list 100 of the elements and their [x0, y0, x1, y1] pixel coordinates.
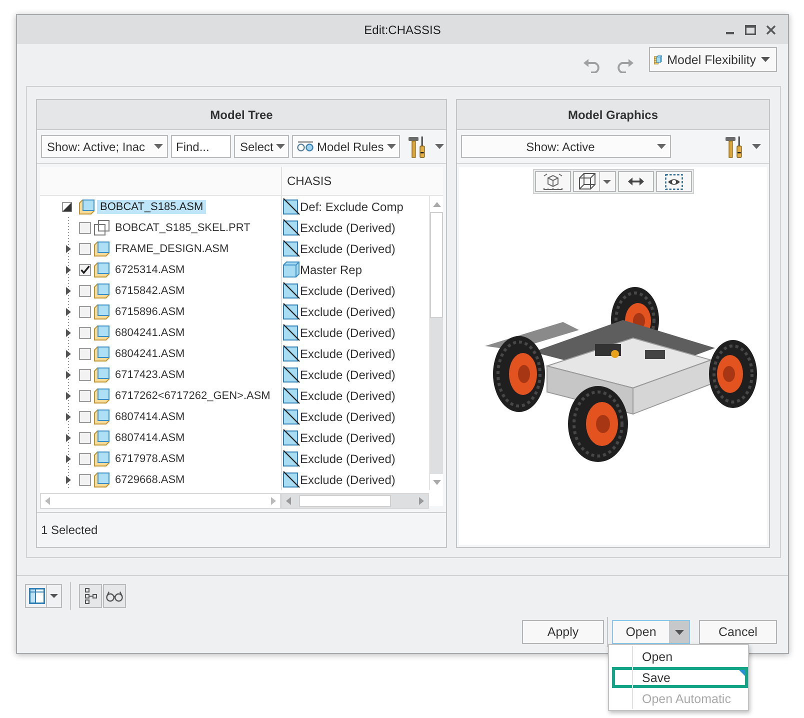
checkbox[interactable] [79, 410, 91, 422]
caret-icon[interactable] [435, 144, 444, 149]
collapsed-caret-icon[interactable] [66, 328, 70, 336]
rep-rule-cell: Exclude (Derived) [300, 346, 396, 360]
tree-item[interactable]: 6804241.ASM [112, 326, 188, 340]
cube-outline-icon [94, 220, 110, 236]
cube-icon [94, 388, 110, 404]
tree-item[interactable]: 6715842.ASM [112, 284, 188, 298]
collapsed-caret-icon[interactable] [66, 476, 70, 484]
checkbox[interactable] [79, 242, 91, 254]
checkbox[interactable] [79, 432, 91, 444]
checkbox[interactable] [79, 222, 91, 234]
tree-item[interactable]: 6717262<6717262_GEN>.ASM [112, 388, 274, 402]
menu-item[interactable]: Save [612, 667, 748, 688]
model-flexibility-dropdown[interactable]: Model Flexibility [649, 47, 777, 72]
glasses-icon [106, 590, 123, 602]
rep-rule-cell: Exclude (Derived) [300, 430, 396, 444]
collapsed-caret-icon[interactable] [66, 308, 70, 316]
tree-item[interactable]: 6807414.ASM [112, 410, 188, 424]
crossed-square-icon [283, 450, 300, 467]
tree-item[interactable]: FRAME_DESIGN.ASM [112, 242, 232, 256]
expanded-triangle-icon[interactable] [62, 202, 72, 212]
rep-rule-cell: Exclude (Derived) [300, 242, 396, 256]
rep-rule-cell: Exclude (Derived) [300, 326, 396, 340]
tree-item[interactable]: BOBCAT_S185.ASM [97, 200, 206, 214]
corner-triangle-icon [739, 670, 745, 676]
tools-icon[interactable] [725, 136, 743, 158]
checkbox[interactable] [79, 390, 91, 402]
tree-item[interactable]: 6804241.ASM [112, 346, 188, 360]
collapsed-caret-icon[interactable] [66, 350, 70, 358]
cube-icon [79, 198, 95, 214]
fit-width-button[interactable] [618, 171, 654, 192]
solid-cube-icon [283, 261, 300, 278]
checkbox[interactable] [79, 264, 91, 276]
scrollbar-thumb[interactable] [299, 495, 391, 507]
collapsed-caret-icon[interactable] [66, 412, 70, 420]
checkbox[interactable] [79, 474, 91, 486]
checkbox[interactable] [79, 368, 91, 380]
crossed-square-icon [283, 345, 300, 362]
dialog-button[interactable]: Cancel [699, 620, 777, 644]
checkbox[interactable] [79, 326, 91, 338]
vertical-scrollbar[interactable] [429, 196, 443, 490]
panel-title: Model Graphics [457, 100, 769, 130]
close-icon[interactable] [766, 24, 776, 34]
caret-icon [657, 144, 666, 149]
collapsed-caret-icon[interactable] [66, 244, 70, 252]
layout-button[interactable] [25, 584, 62, 608]
tree-item[interactable]: 6807414.ASM [112, 430, 188, 444]
tree-item[interactable]: 6717978.ASM [112, 452, 188, 466]
panel-layout-icon [29, 588, 45, 604]
preview-button[interactable] [103, 584, 126, 608]
collapsed-caret-icon[interactable] [66, 286, 70, 294]
tree-item[interactable]: BOBCAT_S185_SKEL.PRT [112, 220, 254, 234]
menu-item[interactable]: Open [609, 646, 748, 667]
cube-icon [94, 430, 110, 446]
tools-icon[interactable] [408, 136, 426, 158]
horizontal-scrollbar[interactable] [281, 493, 429, 509]
tree-item[interactable]: 6717423.ASM [112, 368, 188, 382]
caret-icon[interactable] [752, 144, 761, 149]
cube-icon [94, 282, 110, 298]
tree-item[interactable]: 6725314.ASM [112, 262, 188, 276]
collapsed-caret-icon[interactable] [66, 266, 70, 274]
visibility-button[interactable] [656, 171, 692, 192]
column-header: CHASIS [287, 174, 332, 188]
crossed-square-icon [283, 303, 300, 320]
model-rules-dropdown[interactable]: Model Rules [292, 135, 400, 158]
show-filter-dropdown[interactable]: Show: Active; Inac [41, 135, 168, 158]
crossed-square-icon [283, 429, 300, 446]
rep-rule-cell: Exclude (Derived) [300, 410, 396, 424]
caret-icon [50, 594, 58, 598]
scrollbar-thumb[interactable] [430, 212, 443, 318]
select-dropdown[interactable]: Select [234, 135, 289, 158]
find-field[interactable]: Find... [171, 135, 231, 158]
collapsed-caret-icon[interactable] [66, 454, 70, 462]
collapsed-caret-icon[interactable] [66, 370, 70, 378]
display-style-button[interactable] [572, 171, 616, 192]
crossed-square-icon [283, 240, 300, 257]
caret-icon [276, 144, 286, 149]
maximize-icon[interactable] [745, 24, 756, 34]
rep-rule-cell: Master Rep [300, 262, 362, 276]
linked-circles-icon [297, 141, 314, 152]
tree-item[interactable]: 6729668.ASM [112, 472, 188, 486]
collapsed-caret-icon[interactable] [66, 434, 70, 442]
collapsed-caret-icon[interactable] [66, 392, 70, 400]
rep-rule-cell: Exclude (Derived) [300, 220, 396, 234]
tree-item[interactable]: 6715896.ASM [112, 304, 188, 318]
tree-view-button[interactable] [79, 584, 102, 608]
cube-icon [94, 472, 110, 488]
checkbox[interactable] [79, 348, 91, 360]
split-button[interactable]: Open [612, 620, 690, 644]
eye-icon [664, 174, 682, 190]
rep-rule-cell: Exclude (Derived) [300, 452, 396, 466]
caret-icon [761, 57, 770, 62]
dimension-view-button[interactable] [534, 171, 570, 192]
rep-rule-cell: Def: Exclude Comp [300, 200, 404, 214]
checkbox[interactable] [79, 452, 91, 464]
show-filter-dropdown[interactable]: Show: Active [461, 135, 671, 158]
checkbox[interactable] [79, 284, 91, 296]
dialog-button[interactable]: Apply [522, 620, 604, 644]
checkbox[interactable] [79, 306, 91, 318]
